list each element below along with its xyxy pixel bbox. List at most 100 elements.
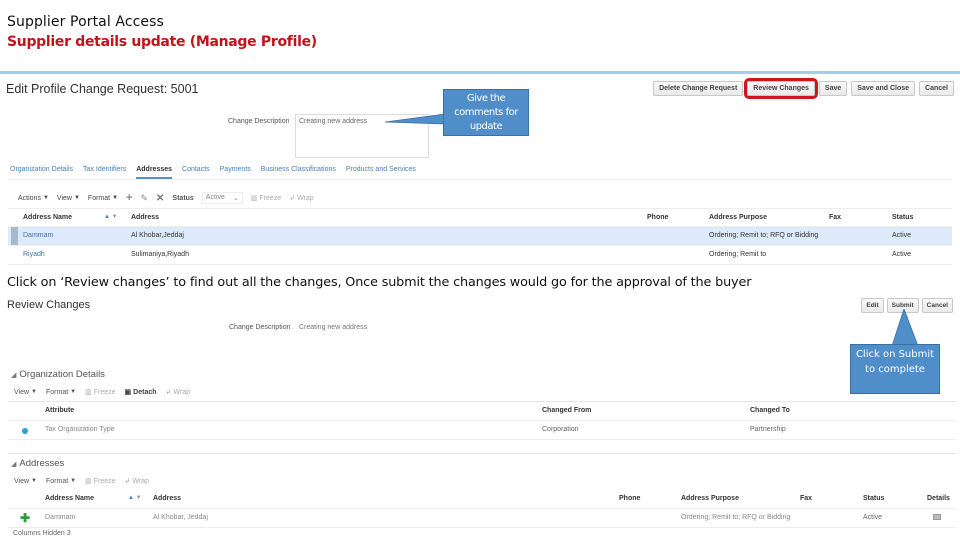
actions-menu[interactable]: Actions ▼ xyxy=(18,195,49,202)
table-row[interactable]: Riyadh Sulimaniya,Riyadh Ordering; Remit… xyxy=(8,246,952,265)
org-details-section-header[interactable]: ◢ Organization Details xyxy=(11,369,105,380)
wrap-icon: ↲ xyxy=(289,195,296,202)
format-label: Format xyxy=(87,194,111,202)
col-status[interactable]: Status xyxy=(892,214,913,221)
change-description-label: Change Description xyxy=(229,324,291,331)
view-label: View xyxy=(14,477,30,485)
cancel-button[interactable]: Cancel xyxy=(921,298,953,313)
address-purpose-cell: Ordering; Remit to xyxy=(709,251,767,258)
col-fax[interactable]: Fax xyxy=(800,495,812,502)
col-address-name[interactable]: Address Name xyxy=(45,495,94,502)
wrap-button[interactable]: ↲ Wrap xyxy=(125,477,150,486)
col-fax[interactable]: Fax xyxy=(829,214,841,221)
col-phone[interactable]: Phone xyxy=(619,495,640,502)
format-menu[interactable]: Format ▼ xyxy=(46,478,76,485)
sort-icon[interactable]: ▲ ▼ xyxy=(104,214,118,220)
address-cell: Al Khobar, Jeddaj xyxy=(153,514,208,521)
status-cell: Active xyxy=(892,251,912,258)
caret-down-icon: ▼ xyxy=(112,195,119,201)
wrap-label: Wrap xyxy=(173,388,190,396)
tab-tax-identifiers[interactable]: Tax Identifiers xyxy=(83,166,126,179)
view-label: View xyxy=(14,388,30,396)
callout-pointer xyxy=(385,113,445,125)
format-menu[interactable]: Format ▼ xyxy=(88,195,118,202)
change-description-value: Creating new address xyxy=(299,324,368,331)
status-filter-label: Status xyxy=(172,194,194,202)
tab-products-and-services[interactable]: Products and Services xyxy=(346,166,416,179)
table-header: Attribute Changed From Changed To xyxy=(8,402,956,421)
col-changed-from[interactable]: Changed From xyxy=(542,407,591,414)
table-row[interactable]: Tax Organization Type Corporation Partne… xyxy=(8,421,956,440)
freeze-label: Freeze xyxy=(259,194,282,202)
col-phone[interactable]: Phone xyxy=(647,214,668,221)
col-changed-to[interactable]: Changed To xyxy=(750,407,790,414)
wrap-label: Wrap xyxy=(132,477,150,485)
comments-callout: Give the comments for update xyxy=(443,89,529,136)
table-row[interactable]: ✚ Dammam Al Khobar, Jeddaj Ordering; Rem… xyxy=(8,509,956,528)
submit-callout: Click on Submit to complete xyxy=(850,344,940,394)
col-attribute[interactable]: Attribute xyxy=(45,407,74,414)
view-menu[interactable]: View ▼ xyxy=(57,195,80,202)
review-changes-button[interactable]: Review Changes xyxy=(744,78,818,99)
col-address[interactable]: Address xyxy=(153,495,181,502)
addresses-section-header[interactable]: ◢ Addresses xyxy=(11,458,64,469)
org-details-toolbar: View ▼ Format ▼ ▥ Freeze ▣ Detach ↲ Wrap xyxy=(14,388,190,397)
cancel-button[interactable]: Cancel xyxy=(919,81,954,96)
details-icon[interactable] xyxy=(933,514,941,522)
columns-hidden-text: Columns Hidden 3 xyxy=(13,530,71,537)
col-address-purpose[interactable]: Address Purpose xyxy=(681,495,739,502)
delete-change-request-button[interactable]: Delete Change Request xyxy=(653,81,744,96)
save-and-close-button[interactable]: Save and Close xyxy=(851,81,916,96)
detach-label: Detach xyxy=(133,388,157,396)
address-name-link[interactable]: Riyadh xyxy=(23,251,45,258)
actions-label: Actions xyxy=(18,194,41,202)
tab-contacts[interactable]: Contacts xyxy=(182,166,210,179)
sort-icon[interactable]: ▲ ▼ xyxy=(128,495,142,501)
freeze-button[interactable]: ▥ Freeze xyxy=(251,194,282,203)
changed-to-cell: Partnership xyxy=(750,426,786,433)
col-address-name[interactable]: Address Name xyxy=(23,214,72,221)
slide-title: Supplier Portal Access xyxy=(7,14,164,30)
profile-tabs: Organization Details Tax Identifiers Add… xyxy=(10,166,416,179)
wrap-button[interactable]: ↲ Wrap xyxy=(166,388,190,397)
col-address[interactable]: Address xyxy=(131,214,159,221)
table-header: Address Name ▲ ▼ Address Phone Address P… xyxy=(8,490,956,509)
wrap-button[interactable]: ↲ Wrap xyxy=(289,194,313,203)
plus-icon[interactable]: + xyxy=(126,192,132,204)
change-description-label: Change Description xyxy=(228,118,290,125)
address-name-link[interactable]: Dammam xyxy=(23,232,53,239)
freeze-button[interactable]: ▥ Freeze xyxy=(85,388,115,397)
table-row[interactable]: Dammam Al Khobar,Jeddaj Ordering; Remit … xyxy=(8,227,952,246)
tabs-divider xyxy=(8,179,952,180)
caret-down-icon: ▼ xyxy=(73,195,80,201)
review-page-title: Review Changes xyxy=(7,299,91,311)
status-cell: Active xyxy=(863,514,883,521)
col-address-purpose[interactable]: Address Purpose xyxy=(709,214,767,221)
detach-button[interactable]: ▣ Detach xyxy=(125,388,157,397)
caret-down-icon: ▼ xyxy=(70,478,77,484)
freeze-button[interactable]: ▥ Freeze xyxy=(85,477,115,486)
col-status[interactable]: Status xyxy=(863,495,884,502)
tab-addresses[interactable]: Addresses xyxy=(136,166,173,179)
pencil-icon[interactable]: ✎ xyxy=(140,193,148,204)
x-icon[interactable]: ✕ xyxy=(156,193,164,204)
tab-payments[interactable]: Payments xyxy=(220,166,251,179)
col-details[interactable]: Details xyxy=(927,495,950,502)
view-menu[interactable]: View ▼ xyxy=(14,478,37,485)
tab-organization-details[interactable]: Organization Details xyxy=(10,166,73,179)
save-button[interactable]: Save xyxy=(818,81,848,96)
tab-business-classifications[interactable]: Business Classifications xyxy=(261,166,336,179)
page-title: Edit Profile Change Request: 5001 xyxy=(6,82,199,96)
status-filter-select[interactable]: Active ⌄ xyxy=(201,192,243,204)
review-addresses-table: Address Name ▲ ▼ Address Phone Address P… xyxy=(8,490,956,528)
callout-pointer xyxy=(891,309,918,346)
caret-down-icon: ▼ xyxy=(31,478,37,484)
attribute-cell: Tax Organization Type xyxy=(45,426,115,433)
addresses-title: Addresses xyxy=(19,458,65,469)
format-menu[interactable]: Format ▼ xyxy=(46,389,76,396)
collapse-triangle-icon: ◢ xyxy=(11,461,17,468)
address-cell: Al Khobar,Jeddaj xyxy=(131,232,184,239)
added-plus-icon: ✚ xyxy=(20,511,31,525)
view-menu[interactable]: View ▼ xyxy=(14,389,37,396)
instruction-text: Click on ‘Review changes’ to find out al… xyxy=(7,275,752,290)
